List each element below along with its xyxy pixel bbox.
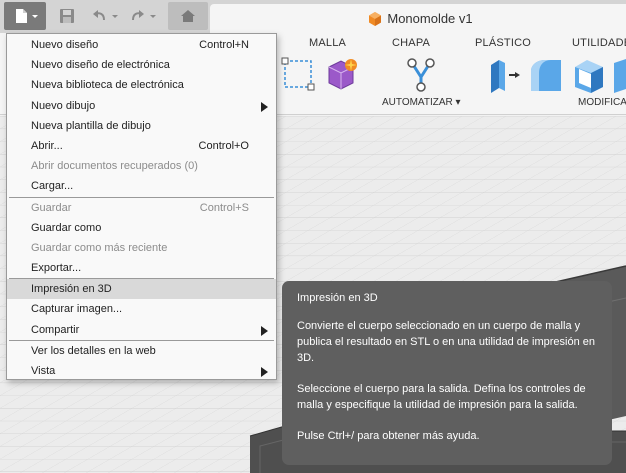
submenu-arrow-icon: [261, 101, 268, 112]
menu-item-export[interactable]: Exportar...: [7, 258, 276, 278]
menu-item-shortcut: Control+S: [199, 201, 249, 214]
menu-item-label: Nueva biblioteca de electrónica: [31, 79, 184, 92]
tooltip-title: Impresión en 3D: [297, 292, 378, 304]
menu-item-new-electronics-design[interactable]: Nuevo diseño de electrónica: [7, 55, 276, 75]
menu-item-label: Guardar como más reciente: [31, 241, 168, 254]
tooltip-instructions: Seleccione el cuerpo para la salida. Def…: [297, 383, 586, 411]
tab-plastico[interactable]: PLÁSTICO: [475, 37, 531, 49]
undo-icon: [93, 10, 118, 21]
quick-access-toolbar: Monomolde v1: [0, 0, 626, 33]
menu-item-view-details-web[interactable]: Ver los detalles en la web: [7, 341, 276, 361]
menu-item-label: Compartir: [31, 323, 80, 336]
menu-item-3d-print[interactable]: Impresión en 3D: [7, 279, 276, 300]
menu-item-label: Cargar...: [31, 180, 74, 193]
menu-item-open-recovered: Abrir documentos recuperados (0): [7, 156, 276, 176]
command-tooltip: Impresión en 3D Convierte el cuerpo sele…: [282, 281, 612, 465]
menu-item-label: Exportar...: [31, 262, 82, 275]
menu-item-new-design[interactable]: Nuevo diseño Control+N: [7, 35, 276, 55]
fillet-icon[interactable]: [527, 55, 567, 95]
menu-item-label: Nuevo diseño: [31, 39, 99, 51]
menu-item-shortcut: Control+N: [199, 39, 249, 51]
menu-item-save: Guardar Control+S: [7, 198, 276, 218]
tab-chapa[interactable]: CHAPA: [392, 37, 430, 49]
automate-icon[interactable]: [404, 57, 438, 93]
menu-item-view[interactable]: Vista: [7, 361, 276, 381]
submenu-arrow-icon: [261, 325, 268, 336]
redo-icon: [132, 10, 156, 21]
menu-item-shortcut: Control+O: [198, 139, 249, 152]
mesh-section-icon[interactable]: [281, 57, 315, 91]
menu-item-upload[interactable]: Cargar...: [7, 176, 276, 196]
combine-icon[interactable]: [612, 55, 626, 95]
menu-item-open[interactable]: Abrir... Control+O: [7, 136, 276, 156]
tab-utilidades[interactable]: UTILIDADES: [572, 37, 626, 49]
automate-dropdown[interactable]: AUTOMATIZAR ▾: [382, 97, 461, 108]
menu-item-label: Guardar como: [31, 221, 102, 234]
save-button[interactable]: [54, 2, 80, 30]
menu-item-new-drawing[interactable]: Nuevo dibujo: [7, 96, 276, 116]
document-title: Monomolde v1: [387, 11, 473, 26]
menu-item-label: Guardar: [31, 201, 72, 214]
menu-item-save-as[interactable]: Guardar como: [7, 218, 276, 238]
submenu-arrow-icon: [261, 367, 268, 377]
menu-item-label: Abrir documentos recuperados (0): [31, 160, 198, 173]
home-button[interactable]: [168, 2, 208, 30]
tooltip-description: Convierte el cuerpo seleccionado en un c…: [297, 320, 596, 364]
press-pull-icon[interactable]: [485, 55, 525, 95]
file-icon: [16, 9, 38, 23]
document-tab[interactable]: Monomolde v1: [210, 4, 626, 33]
component-icon: [369, 11, 382, 26]
tab-malla[interactable]: MALLA: [309, 37, 346, 49]
menu-item-label: Ver los detalles en la web: [31, 344, 156, 357]
menu-item-new-drawing-template[interactable]: Nueva plantilla de dibujo: [7, 116, 276, 136]
tooltip-help-hint: Pulse Ctrl+/ para obtener más ayuda.: [297, 430, 480, 442]
menu-item-share[interactable]: Compartir: [7, 320, 276, 340]
menu-item-new-electronics-library[interactable]: Nueva biblioteca de electrónica: [7, 75, 276, 95]
save-icon: [60, 9, 74, 23]
menu-item-label: Vista: [31, 365, 56, 377]
file-menu-button[interactable]: [4, 2, 46, 30]
undo-button[interactable]: [88, 2, 124, 30]
modify-dropdown[interactable]: MODIFICA: [578, 97, 626, 108]
menu-item-label: Nuevo dibujo: [31, 99, 96, 112]
redo-button[interactable]: [126, 2, 162, 30]
menu-item-label: Capturar imagen...: [31, 303, 123, 316]
menu-item-save-as-latest: Guardar como más reciente: [7, 238, 276, 258]
mesh-generate-icon[interactable]: [324, 57, 358, 93]
menu-item-capture-image[interactable]: Capturar imagen...: [7, 299, 276, 319]
menu-item-label: Nueva plantilla de dibujo: [31, 119, 151, 132]
home-icon: [181, 10, 195, 22]
menu-item-label: Impresión en 3D: [31, 283, 112, 296]
menu-item-label: Nuevo diseño de electrónica: [31, 59, 170, 72]
shell-icon[interactable]: [569, 55, 609, 95]
menu-item-label: Abrir...: [31, 139, 63, 152]
file-menu: Nuevo diseño Control+N Nuevo diseño de e…: [6, 33, 277, 380]
